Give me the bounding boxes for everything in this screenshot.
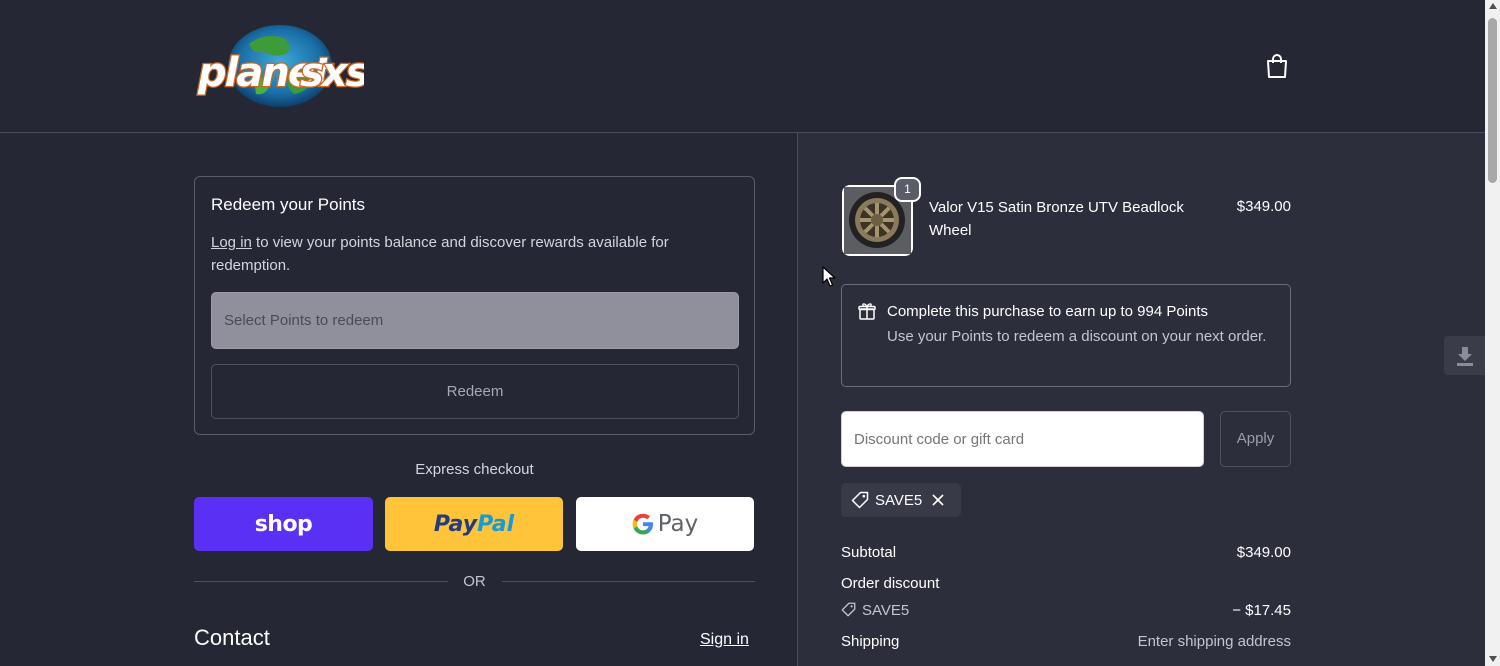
order-discount-label: Order discount [841,575,940,592]
or-text: OR [463,573,486,590]
shopping-bag-icon[interactable] [1265,53,1289,79]
shop-pay-button[interactable]: shop [194,497,373,551]
tag-icon [841,602,856,617]
applied-code-label: SAVE5 [875,491,923,509]
discount-code-summary: SAVE5 [841,602,909,619]
google-g-icon [632,513,653,535]
earn-points-box: Complete this purchase to earn up to 994… [841,284,1291,387]
discount-code-row: SAVE5 − $17.45 [841,602,1291,622]
shop-pay-label: shop [254,511,313,537]
gift-icon [858,303,876,320]
express-checkout-label: Express checkout [415,461,534,478]
shipping-row: Shipping Enter shipping address [841,633,1291,653]
scroll-down-arrow-icon[interactable] [1489,656,1497,662]
order-discount-row: Order discount [841,575,1291,595]
points-select[interactable]: Select Points to redeem [211,292,739,349]
scroll-up-arrow-icon[interactable] [1489,3,1497,9]
product-name: Valor V15 Satin Bronze UTV Beadlock Whee… [929,199,1184,239]
sign-in-link[interactable]: Sign in [700,631,749,649]
download-tab[interactable] [1444,336,1485,375]
redeem-button[interactable]: Redeem [211,364,739,419]
header: planet sxs [0,0,1485,133]
download-icon [1456,346,1473,366]
discount-code-input[interactable] [841,411,1204,467]
planet-sxs-logo[interactable]: planet sxs [194,24,372,108]
remove-discount-close-icon[interactable] [931,493,945,507]
product-price: $349.00 [1236,198,1291,215]
shipping-value: Enter shipping address [1137,633,1291,650]
applied-discount-chip: SAVE5 [841,483,961,517]
redeem-description-text: to view your points balance and discover… [211,234,669,274]
google-pay-button[interactable]: Pay [576,497,754,551]
redeem-title: Redeem your Points [211,195,366,214]
discount-value: − $17.45 [1232,602,1291,619]
earn-points-title: Complete this purchase to earn up to 994… [887,303,1209,320]
subtotal-label: Subtotal [841,544,897,561]
or-divider: OR [194,571,755,591]
tag-icon [851,491,869,509]
apply-discount-button[interactable]: Apply [1220,411,1291,467]
google-pay-label: Pay [657,511,699,537]
subtotal-row: Subtotal $349.00 [841,544,1291,564]
mouse-cursor-icon [822,266,836,287]
shipping-label: Shipping [841,633,900,650]
paypal-logo: PayPal [433,511,515,537]
redeem-description: Log in to view your points balance and d… [211,231,731,277]
earn-points-description: Use your Points to redeem a discount on … [887,328,1267,345]
quantity-badge: 1 [894,177,921,202]
redeem-points-box: Redeem your Points Log in to view your p… [194,176,755,435]
subtotal-value: $349.00 [1236,544,1291,561]
svg-text:sxs: sxs [300,50,364,96]
login-link[interactable]: Log in [211,234,252,251]
scroll-thumb[interactable] [1488,18,1497,183]
contact-heading: Contact [194,625,270,650]
paypal-button[interactable]: PayPal [385,497,563,551]
page-scrollbar[interactable] [1485,0,1500,666]
